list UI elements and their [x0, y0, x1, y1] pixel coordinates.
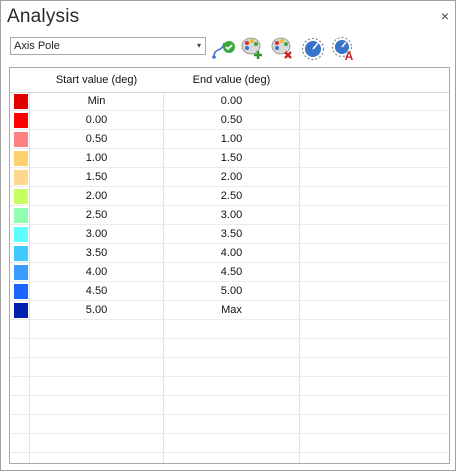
- empty-table-row: [10, 339, 449, 358]
- start-value-cell[interactable]: 1.00: [30, 152, 163, 164]
- end-value-cell[interactable]: 0.50: [164, 114, 299, 126]
- end-value-cell[interactable]: 1.50: [164, 152, 299, 164]
- end-value-cell[interactable]: Max: [164, 304, 299, 316]
- table-row[interactable]: 0.00 0.50: [10, 111, 449, 130]
- panel-title: Analysis: [7, 6, 80, 27]
- start-value-cell[interactable]: 0.00: [30, 114, 163, 126]
- color-swatch[interactable]: [14, 151, 28, 166]
- empty-table-row: [10, 434, 449, 453]
- empty-table-row: [10, 320, 449, 339]
- color-range-table: Start value (deg) End value (deg) Min 0.0…: [9, 67, 450, 464]
- color-swatch[interactable]: [14, 189, 28, 204]
- end-value-cell[interactable]: 4.50: [164, 266, 299, 278]
- empty-table-row: [10, 415, 449, 434]
- start-value-cell[interactable]: 3.50: [30, 247, 163, 259]
- end-value-cell[interactable]: 1.00: [164, 133, 299, 145]
- empty-table-row: [10, 358, 449, 377]
- table-header: Start value (deg) End value (deg): [10, 68, 449, 93]
- end-value-cell[interactable]: 2.00: [164, 171, 299, 183]
- svg-text:A: A: [345, 49, 354, 61]
- start-value-cell[interactable]: 4.50: [30, 285, 163, 297]
- chevron-down-icon: ▾: [196, 41, 201, 50]
- end-value-cell[interactable]: 2.50: [164, 190, 299, 202]
- empty-table-row: [10, 453, 449, 463]
- range-dial-label-icon[interactable]: A: [330, 35, 356, 61]
- table-row[interactable]: 2.50 3.00: [10, 206, 449, 225]
- color-swatch[interactable]: [14, 303, 28, 318]
- start-value-cell[interactable]: 1.50: [30, 171, 163, 183]
- range-dial-icon[interactable]: [300, 35, 326, 61]
- empty-table-row: [10, 377, 449, 396]
- table-row[interactable]: 1.00 1.50: [10, 149, 449, 168]
- start-value-cell[interactable]: 5.00: [30, 304, 163, 316]
- color-swatch[interactable]: [14, 132, 28, 147]
- empty-table-row: [10, 396, 449, 415]
- remove-color-palette-icon[interactable]: [270, 35, 296, 61]
- color-swatch[interactable]: [14, 246, 28, 261]
- color-swatch[interactable]: [14, 284, 28, 299]
- table-row[interactable]: Min 0.00: [10, 92, 449, 111]
- color-swatch[interactable]: [14, 208, 28, 223]
- color-swatch[interactable]: [14, 227, 28, 242]
- table-row[interactable]: 3.50 4.00: [10, 244, 449, 263]
- end-value-cell[interactable]: 4.00: [164, 247, 299, 259]
- table-row[interactable]: 2.00 2.50: [10, 187, 449, 206]
- end-value-cell[interactable]: 3.50: [164, 228, 299, 240]
- end-value-cell[interactable]: 0.00: [164, 95, 299, 107]
- table-row[interactable]: 5.00 Max: [10, 301, 449, 320]
- header-end-value[interactable]: End value (deg): [164, 74, 299, 86]
- analysis-type-select[interactable]: Axis Pole ▾: [10, 37, 206, 55]
- header-start-value[interactable]: Start value (deg): [30, 74, 163, 86]
- apply-curve-icon[interactable]: [210, 35, 236, 61]
- start-value-cell[interactable]: 3.00: [30, 228, 163, 240]
- close-icon[interactable]: ×: [441, 9, 449, 23]
- start-value-cell[interactable]: Min: [30, 95, 163, 107]
- color-swatch[interactable]: [14, 113, 28, 128]
- color-swatch[interactable]: [14, 265, 28, 280]
- start-value-cell[interactable]: 4.00: [30, 266, 163, 278]
- start-value-cell[interactable]: 2.00: [30, 190, 163, 202]
- start-value-cell[interactable]: 2.50: [30, 209, 163, 221]
- end-value-cell[interactable]: 3.00: [164, 209, 299, 221]
- start-value-cell[interactable]: 0.50: [30, 133, 163, 145]
- table-row[interactable]: 0.50 1.00: [10, 130, 449, 149]
- table-row[interactable]: 4.00 4.50: [10, 263, 449, 282]
- table-row[interactable]: 1.50 2.00: [10, 168, 449, 187]
- color-swatch[interactable]: [14, 170, 28, 185]
- end-value-cell[interactable]: 5.00: [164, 285, 299, 297]
- analysis-type-value: Axis Pole: [14, 40, 60, 52]
- analysis-panel: Analysis × Axis Pole ▾ A Start value (de…: [0, 0, 456, 471]
- table-row[interactable]: 4.50 5.00: [10, 282, 449, 301]
- color-swatch[interactable]: [14, 94, 28, 109]
- add-color-palette-icon[interactable]: [240, 35, 266, 61]
- table-row[interactable]: 3.00 3.50: [10, 225, 449, 244]
